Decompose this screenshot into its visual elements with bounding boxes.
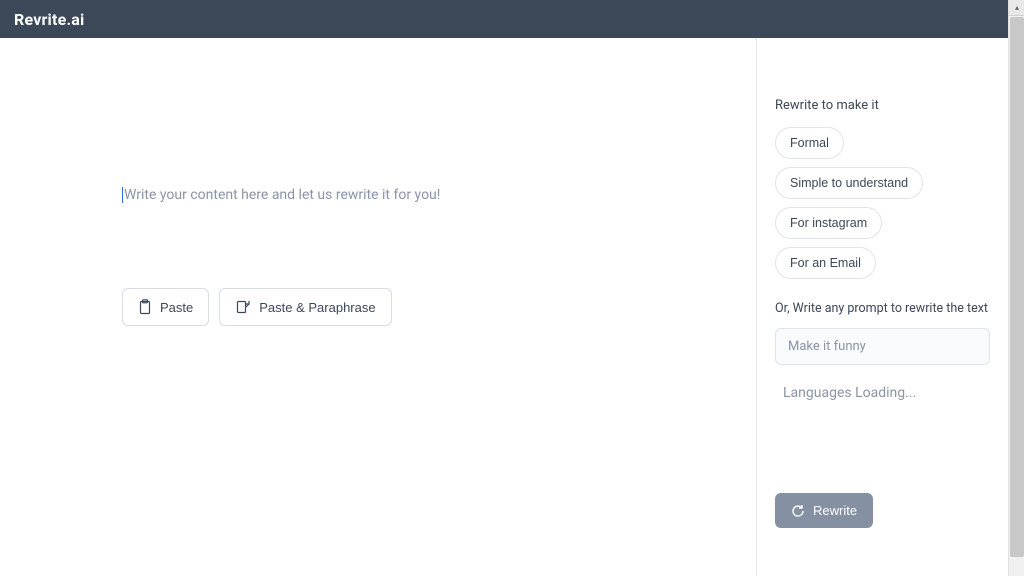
text-cursor (122, 187, 123, 203)
paste-paraphrase-label: Paste & Paraphrase (259, 300, 375, 315)
editor-placeholder: Write your content here and let us rewri… (124, 187, 440, 203)
sidebar-title: Rewrite to make it (775, 98, 990, 113)
sidebar: Rewrite to make it Formal Simple to unde… (756, 38, 1008, 576)
app-header: Revrite.ai (0, 0, 1008, 38)
brand-logo: Revrite.ai (14, 10, 84, 29)
clipboard-icon (138, 299, 152, 315)
editor-area[interactable]: Write your content here and let us rewri… (0, 38, 756, 576)
chip-email[interactable]: For an Email (775, 247, 876, 279)
prompt-input[interactable] (775, 328, 990, 365)
editor-placeholder-row: Write your content here and let us rewri… (122, 184, 756, 203)
scrollbar[interactable]: ▴ (1008, 0, 1024, 576)
sidebar-subtitle: Or, Write any prompt to rewrite the text (775, 301, 990, 316)
chip-instagram[interactable]: For instagram (775, 207, 882, 239)
chip-formal[interactable]: Formal (775, 127, 844, 159)
scrollbar-thumb[interactable] (1010, 17, 1024, 557)
paste-paraphrase-button[interactable]: Paste & Paraphrase (219, 288, 391, 326)
rewrite-button[interactable]: Rewrite (775, 493, 873, 528)
scroll-up-arrow[interactable]: ▴ (1009, 0, 1024, 16)
chip-simple[interactable]: Simple to understand (775, 167, 923, 199)
paste-paraphrase-icon (235, 299, 251, 315)
paste-button[interactable]: Paste (122, 288, 209, 326)
main-layout: Write your content here and let us rewri… (0, 38, 1008, 576)
refresh-icon (791, 504, 805, 518)
spacer (775, 401, 990, 493)
paste-label: Paste (160, 300, 193, 315)
rewrite-label: Rewrite (813, 503, 857, 518)
languages-loading: Languages Loading... (775, 385, 990, 401)
chip-group: Formal Simple to understand For instagra… (775, 127, 990, 279)
editor-buttons: Paste Paste & Paraphrase (122, 288, 392, 326)
